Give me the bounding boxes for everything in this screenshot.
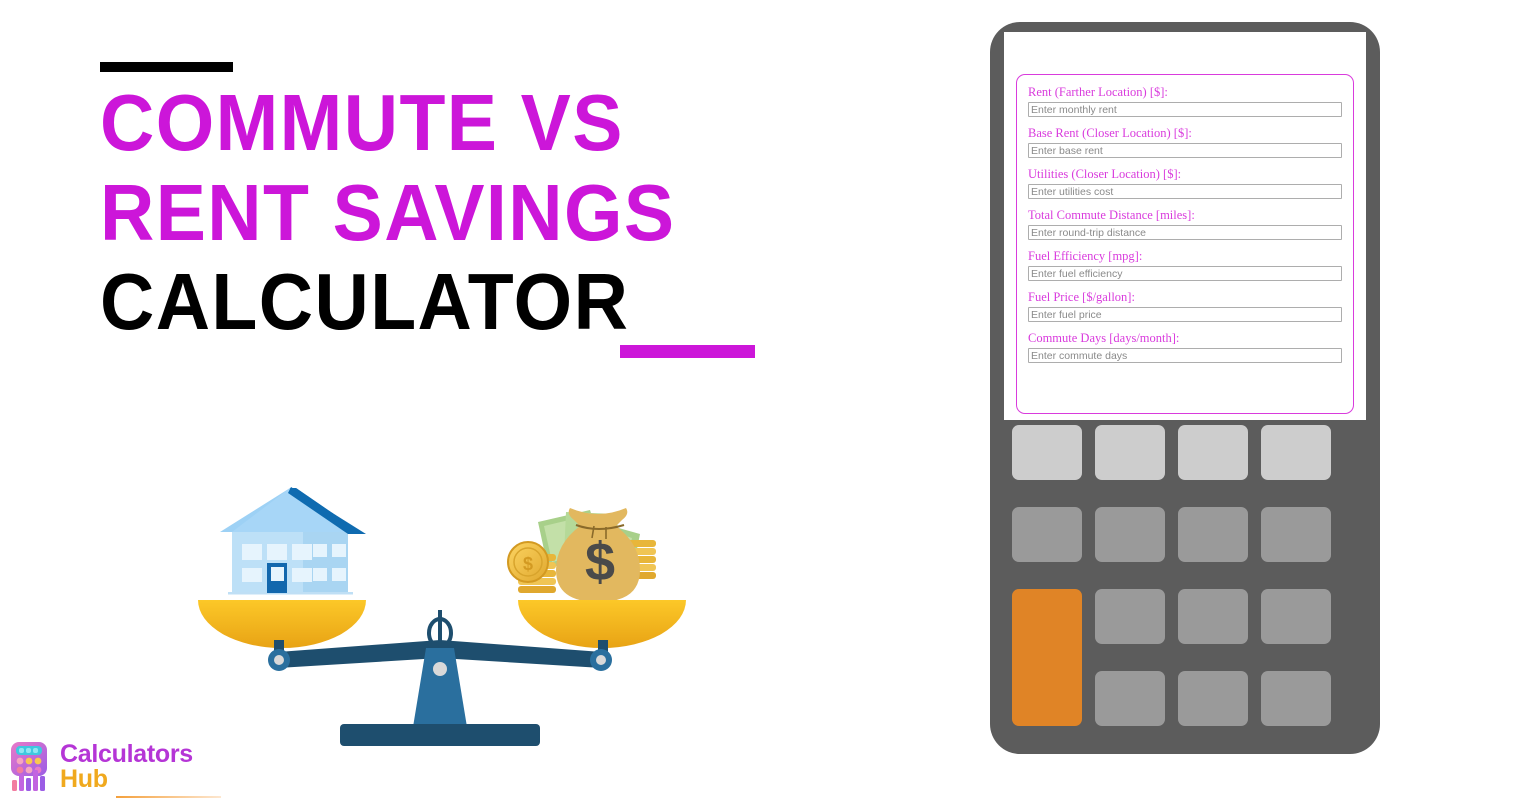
keypad-key-r4c1[interactable] [1095,671,1165,726]
keypad-key-r4c2[interactable] [1178,671,1248,726]
keypad-key-r4c3[interactable] [1261,671,1331,726]
title-line-3: Calculator [100,257,630,347]
keypad-key-r3c2[interactable] [1178,589,1248,644]
input-fuel-efficiency[interactable] [1028,266,1342,281]
input-base-rent-closer[interactable] [1028,143,1342,158]
calculatorshub-logo[interactable]: Calculators Hub [8,740,223,798]
label-fuel-efficiency: Fuel Efficiency [mpg]: [1028,249,1143,263]
keypad-key-r2c1[interactable] [1012,507,1082,562]
scale-balance [198,600,686,746]
money-bag-icon: $ $ [507,508,656,602]
input-form-panel: Rent (Farther Location) [$]: Base Rent (… [1016,74,1354,414]
keypad-key-r1c1[interactable] [1012,425,1082,480]
keypad-key-r1c2[interactable] [1095,425,1165,480]
title-line-2: Rent Savings [100,167,676,257]
money-bag-dollar-symbol: $ [585,532,615,592]
input-rent-farther[interactable] [1028,102,1342,117]
field-fuel-efficiency: Fuel Efficiency [mpg]: [1028,249,1342,281]
house-icon [220,487,366,595]
calculator-keypad [1012,425,1358,740]
field-commute-distance: Total Commute Distance [miles]: [1028,208,1342,240]
input-utilities-closer[interactable] [1028,184,1342,199]
keypad-key-r2c2[interactable] [1095,507,1165,562]
field-rent-farther: Rent (Farther Location) [$]: [1028,85,1342,117]
poster-canvas: Commute vs Rent Savings Calculator [0,0,1520,800]
label-commute-distance: Total Commute Distance [miles]: [1028,208,1195,222]
logo-word-calculators: Calculators [60,740,193,768]
label-commute-days: Commute Days [days/month]: [1028,331,1180,345]
calculator-bars-logo-icon [11,742,47,791]
field-base-rent-closer: Base Rent (Closer Location) [$]: [1028,126,1342,158]
title-accent-bar-top [100,62,233,72]
input-commute-days[interactable] [1028,348,1342,363]
page-title: Commute vs Rent Savings Calculator [100,62,900,355]
logo-wordmark: Calculators Hub [60,742,193,792]
input-fuel-price[interactable] [1028,307,1342,322]
logo-underline [116,796,221,798]
coin-dollar-symbol: $ [523,554,533,574]
keypad-key-r1c3[interactable] [1178,425,1248,480]
keypad-key-r1c4[interactable] [1261,425,1331,480]
label-fuel-price: Fuel Price [$/gallon]: [1028,290,1135,304]
label-base-rent-closer: Base Rent (Closer Location) [$]: [1028,126,1192,140]
field-utilities-closer: Utilities (Closer Location) [$]: [1028,167,1342,199]
keypad-key-r2c3[interactable] [1178,507,1248,562]
field-fuel-price: Fuel Price [$/gallon]: [1028,290,1342,322]
calculator-screen: Rent (Farther Location) [$]: Base Rent (… [1004,32,1366,420]
calculator-device: Rent (Farther Location) [$]: Base Rent (… [990,22,1380,754]
label-rent-farther: Rent (Farther Location) [$]: [1028,85,1168,99]
title-line-1: Commute vs [100,78,624,167]
field-commute-days: Commute Days [days/month]: [1028,331,1342,363]
balance-scale-illustration: $ $ [170,462,710,752]
keypad-key-equals-accent[interactable] [1012,589,1082,726]
logo-word-hub: Hub [60,765,108,793]
label-utilities-closer: Utilities (Closer Location) [$]: [1028,167,1182,181]
keypad-key-r3c3[interactable] [1261,589,1331,644]
input-commute-distance[interactable] [1028,225,1342,240]
keypad-key-r3c1[interactable] [1095,589,1165,644]
keypad-key-r2c4[interactable] [1261,507,1331,562]
title-accent-bar-bottom [620,345,755,358]
